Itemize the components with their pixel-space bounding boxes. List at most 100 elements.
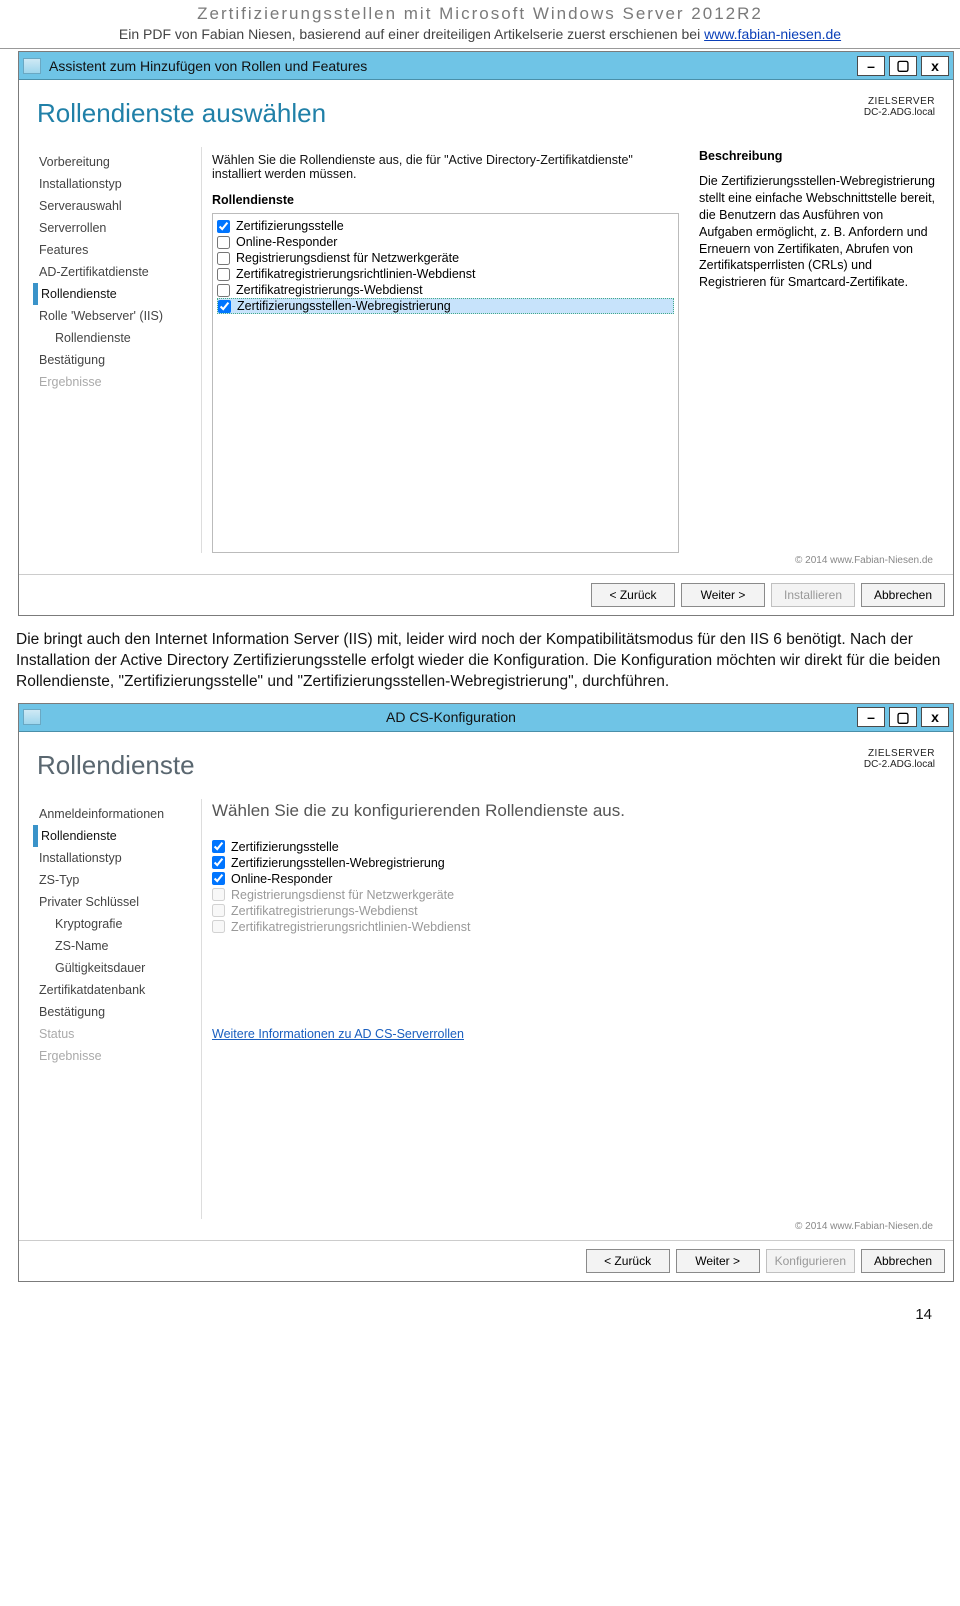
nav-item[interactable]: Bestätigung (37, 349, 201, 371)
titlebar: AD CS-Konfiguration – ▢ x (19, 704, 953, 732)
page-heading: Rollendienste auswählen (33, 94, 860, 147)
item-label: Zertifizierungsstellen-Webregistrierung (237, 299, 451, 313)
list-item[interactable]: Zertifizierungsstellen-Webregistrierung (212, 855, 929, 871)
checkbox[interactable] (217, 220, 230, 233)
nav-item[interactable]: Installationstyp (37, 173, 201, 195)
nav-item[interactable]: Rollendienste (37, 327, 201, 349)
list-item[interactable]: Zertifikatregistrierungsrichtlinien-Webd… (217, 266, 674, 282)
configure-button[interactable]: Konfigurieren (766, 1249, 855, 1273)
nav-item[interactable]: Serverauswahl (37, 195, 201, 217)
target-label: ZIELSERVER (864, 96, 935, 107)
cancel-button[interactable]: Abbrechen (861, 583, 945, 607)
wizard-add-roles: Assistent zum Hinzufügen von Rollen und … (18, 51, 954, 616)
role-services-list: Zertifizierungsstelle Zertifizierungsstel… (212, 837, 929, 937)
description-text: Die Zertifizierungsstellen-Webregistrier… (699, 173, 935, 291)
back-button[interactable]: < Zurück (586, 1249, 670, 1273)
minimize-button[interactable]: – (857, 707, 885, 727)
item-label: Zertifikatregistrierungs-Webdienst (231, 904, 418, 918)
instruction-text: Wählen Sie die Rollendienste aus, die fü… (212, 147, 679, 191)
role-services-list: Zertifizierungsstelle Online-Responder Reg… (212, 213, 679, 553)
maximize-button[interactable]: ▢ (889, 707, 917, 727)
target-server-box: ZIELSERVER DC-2.ADG.local (860, 746, 939, 799)
nav-item[interactable]: ZS-Name (37, 935, 201, 957)
maximize-button[interactable]: ▢ (889, 56, 917, 76)
checkbox[interactable] (218, 300, 231, 313)
target-value: DC-2.ADG.local (864, 107, 935, 118)
close-button[interactable]: x (921, 56, 949, 76)
titlebar: Assistent zum Hinzufügen von Rollen und … (19, 52, 953, 80)
nav-item: Status (37, 1023, 201, 1045)
item-label: Zertifikatregistrierungsrichtlinien-Webd… (236, 267, 475, 281)
list-item[interactable]: Zertifizierungsstellen-Webregistrierung (217, 298, 674, 314)
item-label: Online-Responder (236, 235, 337, 249)
next-button[interactable]: Weiter > (676, 1249, 760, 1273)
checkbox[interactable] (212, 872, 225, 885)
nav-item[interactable]: AD-Zertifikatdienste (37, 261, 201, 283)
item-label: Zertifizierungsstelle (236, 219, 344, 233)
nav-item[interactable]: ZS-Typ (37, 869, 201, 891)
nav-item[interactable]: Rollendienste (33, 283, 201, 305)
checkbox[interactable] (217, 268, 230, 281)
list-item[interactable]: Zertifizierungsstelle (212, 839, 929, 855)
window-title: Assistent zum Hinzufügen von Rollen und … (49, 58, 853, 74)
nav-item[interactable]: Features (37, 239, 201, 261)
nav-item[interactable]: Bestätigung (37, 1001, 201, 1023)
close-button[interactable]: x (921, 707, 949, 727)
button-bar: < Zurück Weiter > Konfigurieren Abbreche… (19, 1240, 953, 1281)
window-icon (23, 58, 41, 74)
list-item[interactable]: Registrierungsdienst für Netzwerkgeräte (217, 250, 674, 266)
nav-item[interactable]: Privater Schlüssel (37, 891, 201, 913)
description-label: Beschreibung (699, 147, 935, 169)
target-server-box: ZIELSERVER DC-2.ADG.local (860, 94, 939, 147)
item-label: Zertifizierungsstelle (231, 840, 339, 854)
cancel-button[interactable]: Abbrechen (861, 1249, 945, 1273)
target-value: DC-2.ADG.local (864, 759, 935, 770)
nav-item[interactable]: Rollendienste (33, 825, 201, 847)
list-item: Zertifikatregistrierungs-Webdienst (212, 903, 929, 919)
nav-item: Ergebnisse (37, 1045, 201, 1067)
nav-item[interactable]: Serverrollen (37, 217, 201, 239)
list-item[interactable]: Zertifizierungsstelle (217, 218, 674, 234)
window-icon (23, 709, 41, 725)
list-item[interactable]: Zertifikatregistrierungs-Webdienst (217, 282, 674, 298)
watermark: © 2014 www.Fabian-Niesen.de (33, 553, 939, 568)
article-paragraph: Die bringt auch den Internet Information… (0, 622, 960, 701)
checkbox[interactable] (212, 840, 225, 853)
list-item[interactable]: Online-Responder (217, 234, 674, 250)
checkbox[interactable] (217, 252, 230, 265)
target-label: ZIELSERVER (864, 748, 935, 759)
nav-item[interactable]: Zertifikatdatenbank (37, 979, 201, 1001)
window-title: AD CS-Konfiguration (49, 709, 853, 725)
nav-item[interactable]: Anmeldeinformationen (37, 803, 201, 825)
item-label: Zertifizierungsstellen-Webregistrierung (231, 856, 445, 870)
install-button[interactable]: Installieren (771, 583, 855, 607)
nav-item[interactable]: Rolle 'Webserver' (IIS) (37, 305, 201, 327)
minimize-button[interactable]: – (857, 56, 885, 76)
nav-item[interactable]: Installationstyp (37, 847, 201, 869)
nav-item[interactable]: Kryptografie (37, 913, 201, 935)
watermark: © 2014 www.Fabian-Niesen.de (33, 1219, 939, 1234)
next-button[interactable]: Weiter > (681, 583, 765, 607)
page-heading: Rollendienste (33, 746, 860, 799)
wizard-nav: VorbereitungInstallationstypServerauswah… (33, 147, 201, 553)
wizard-nav: AnmeldeinformationenRollendiensteInstall… (33, 799, 201, 1219)
checkbox[interactable] (212, 856, 225, 869)
item-label: Registrierungsdienst für Netzwerkgeräte (231, 888, 454, 902)
item-label: Registrierungsdienst für Netzwerkgeräte (236, 251, 459, 265)
checkbox[interactable] (217, 284, 230, 297)
checkbox[interactable] (217, 236, 230, 249)
page-number: 14 (0, 1288, 960, 1333)
nav-item[interactable]: Gültigkeitsdauer (37, 957, 201, 979)
nav-item: Ergebnisse (37, 371, 201, 393)
nav-item[interactable]: Vorbereitung (37, 151, 201, 173)
doc-subtitle-prefix: Ein PDF von Fabian Niesen, basierend auf… (119, 26, 704, 42)
doc-title: Zertifizierungsstellen mit Microsoft Win… (0, 0, 960, 26)
doc-link[interactable]: www.fabian-niesen.de (704, 26, 841, 42)
wizard-adcs-config: AD CS-Konfiguration – ▢ x Rollendienste … (18, 703, 954, 1282)
list-item: Registrierungsdienst für Netzwerkgeräte (212, 887, 929, 903)
back-button[interactable]: < Zurück (591, 583, 675, 607)
group-label: Rollendienste (212, 191, 679, 213)
more-info-link[interactable]: Weitere Informationen zu AD CS-Serverrol… (212, 937, 929, 1041)
checkbox (212, 888, 225, 901)
list-item[interactable]: Online-Responder (212, 871, 929, 887)
